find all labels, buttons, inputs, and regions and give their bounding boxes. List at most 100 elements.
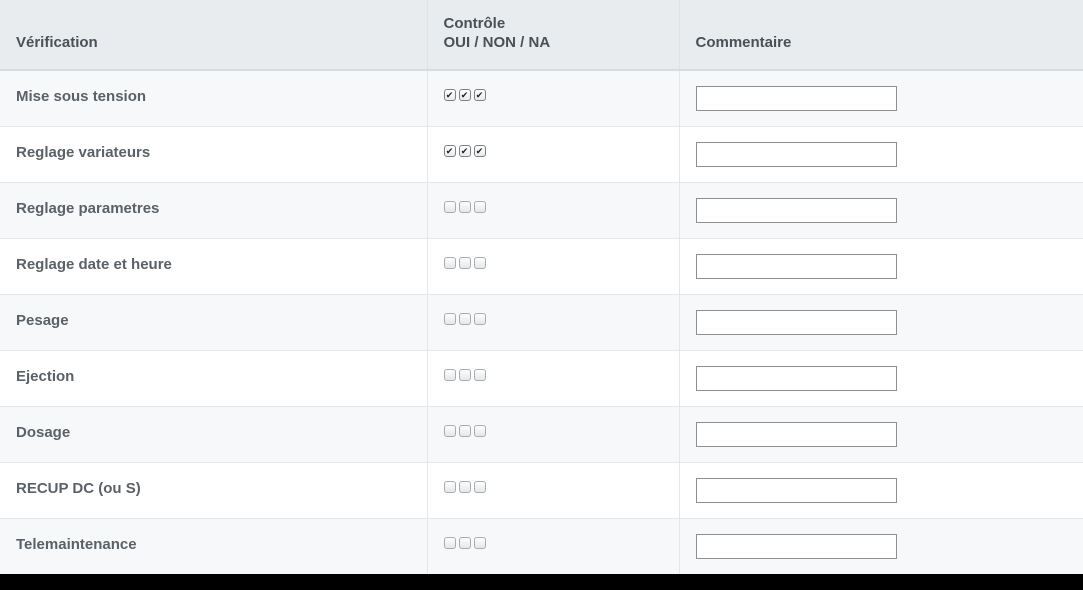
table-row: Ejection [0, 349, 1083, 406]
verification-cell: Reglage variateurs [0, 125, 428, 182]
checkbox-non[interactable]: ✔ [458, 89, 471, 101]
comment-input[interactable] [695, 253, 897, 279]
checkbox-na[interactable] [473, 424, 486, 437]
comment-input[interactable] [695, 477, 897, 503]
checkbox-na[interactable] [473, 312, 486, 325]
controle-checkbox-group [443, 479, 663, 493]
checkbox-na[interactable]: ✔ [473, 89, 486, 101]
checkbox-oui[interactable]: ✔ [443, 144, 456, 157]
checkbox-oui[interactable] [443, 200, 456, 213]
verification-table: Vérification Contrôle OUI / NON / NA Com… [0, 0, 1083, 574]
checkbox-na[interactable]: ✔ [473, 144, 486, 157]
commentaire-cell [679, 461, 1083, 518]
controle-checkbox-group [443, 423, 663, 437]
controle-checkbox-group [443, 255, 663, 269]
checkbox-non[interactable]: ✔ [458, 144, 471, 157]
checkbox-non[interactable] [458, 424, 471, 437]
verification-cell: Reglage parametres [0, 181, 428, 238]
checkbox-oui[interactable] [443, 424, 456, 437]
comment-input[interactable] [695, 86, 897, 111]
checkbox-oui[interactable]: ✔ [443, 89, 456, 101]
checkbox-oui[interactable] [443, 368, 456, 381]
comment-input[interactable] [695, 421, 897, 447]
checkbox-na[interactable] [473, 368, 486, 381]
commentaire-cell [679, 181, 1083, 238]
header-commentaire: Commentaire [679, 0, 1083, 71]
table-row: Reglage variateurs ✔ ✔ ✔ [0, 125, 1083, 182]
commentaire-cell [679, 293, 1083, 350]
verification-cell: Reglage date et heure [0, 237, 428, 294]
table-row: Telemaintenance [0, 517, 1083, 574]
header-controle-title: Contrôle [443, 15, 506, 32]
controle-cell [427, 517, 680, 574]
check-icon: ✔ [460, 90, 469, 100]
comment-input[interactable] [695, 309, 897, 335]
verification-label: Dosage [16, 423, 71, 441]
controle-cell [427, 237, 680, 294]
checkbox-oui[interactable] [443, 256, 456, 269]
header-verification: Vérification [0, 0, 428, 71]
comment-input[interactable] [695, 141, 897, 167]
commentaire-cell [679, 125, 1083, 182]
commentaire-cell [679, 69, 1083, 126]
controle-cell [427, 293, 680, 350]
checkbox-na[interactable] [473, 536, 486, 549]
checkbox-na[interactable] [473, 480, 486, 493]
header-controle-options: OUI / NON / NA [443, 34, 551, 51]
commentaire-cell [679, 349, 1083, 406]
checkbox-non[interactable] [458, 480, 471, 493]
table-row: Reglage parametres [0, 181, 1083, 238]
verification-label: Reglage variateurs [16, 143, 151, 161]
verification-label: Reglage date et heure [16, 255, 172, 273]
checkbox-non[interactable] [458, 312, 471, 325]
controle-cell [427, 181, 680, 238]
verification-panel: Vérification Contrôle OUI / NON / NA Com… [0, 0, 1083, 574]
controle-cell [427, 461, 680, 518]
comment-input[interactable] [695, 365, 897, 391]
controle-checkbox-group: ✔ ✔ ✔ [443, 87, 663, 101]
controle-checkbox-group: ✔ ✔ ✔ [443, 143, 663, 157]
controle-cell: ✔ ✔ ✔ [427, 125, 680, 182]
verification-cell: Telemaintenance [0, 517, 428, 574]
checkbox-oui[interactable] [443, 312, 456, 325]
check-icon: ✔ [475, 90, 484, 100]
verification-label: Pesage [16, 311, 69, 329]
table-body: Mise sous tension ✔ ✔ ✔ Reglage variateurs ✔ ✔… [0, 69, 1083, 574]
table-row: Reglage date et heure [0, 237, 1083, 294]
controle-checkbox-group [443, 535, 663, 549]
verification-label: Mise sous tension [16, 88, 147, 105]
check-icon: ✔ [445, 90, 454, 100]
verification-cell: Dosage [0, 405, 428, 462]
controle-checkbox-group [443, 311, 663, 325]
verification-cell: RECUP DC (ou S) [0, 461, 428, 518]
comment-input[interactable] [695, 533, 897, 559]
verification-label: Ejection [16, 367, 75, 385]
check-icon: ✔ [460, 145, 469, 156]
commentaire-cell [679, 405, 1083, 462]
check-icon: ✔ [475, 145, 484, 156]
check-icon: ✔ [445, 145, 454, 156]
verification-label: RECUP DC (ou S) [16, 479, 141, 497]
verification-label: Telemaintenance [16, 535, 137, 553]
controle-checkbox-group [443, 199, 663, 213]
checkbox-non[interactable] [458, 200, 471, 213]
comment-input[interactable] [695, 197, 897, 223]
checkbox-non[interactable] [458, 256, 471, 269]
header-verification-label: Vérification [16, 34, 98, 51]
checkbox-non[interactable] [458, 368, 471, 381]
table-row: Mise sous tension ✔ ✔ ✔ [0, 69, 1083, 126]
verification-label: Reglage parametres [16, 199, 160, 217]
checkbox-na[interactable] [473, 200, 486, 213]
checkbox-na[interactable] [473, 256, 486, 269]
checkbox-non[interactable] [458, 536, 471, 549]
header-controle: Contrôle OUI / NON / NA [427, 0, 680, 71]
checkbox-oui[interactable] [443, 536, 456, 549]
verification-cell: Pesage [0, 293, 428, 350]
controle-checkbox-group [443, 367, 663, 381]
table-row: RECUP DC (ou S) [0, 461, 1083, 518]
verification-cell: Ejection [0, 349, 428, 406]
verification-cell: Mise sous tension [0, 69, 428, 126]
checkbox-oui[interactable] [443, 480, 456, 493]
commentaire-cell [679, 517, 1083, 574]
controle-cell: ✔ ✔ ✔ [427, 69, 680, 126]
